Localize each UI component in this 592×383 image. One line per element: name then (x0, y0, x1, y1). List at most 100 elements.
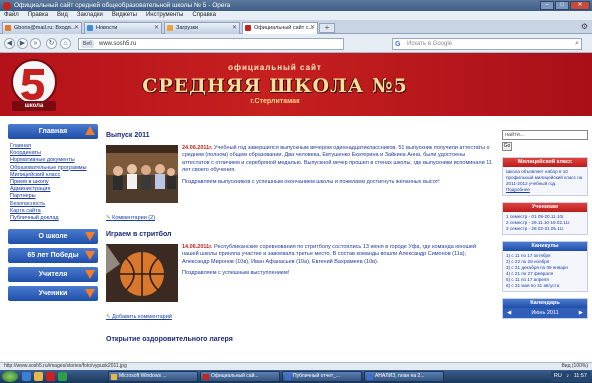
close-tab-icon[interactable]: ✕ (74, 23, 79, 34)
status-bar: http://www.sosh5.ru/images/stories/foto/… (0, 362, 592, 370)
menu-link-admission[interactable]: Прием в школу (10, 179, 98, 186)
logo-caption: школа (24, 103, 44, 109)
tab-label: Загрузки (176, 25, 199, 31)
tab-mail[interactable]: Gboris@mail.ru: Входя... ✕ (2, 22, 82, 34)
tab-downloads[interactable]: Загрузки ✕ (164, 22, 240, 34)
taskbar-window-report[interactable]: Публичный отчет_... (282, 371, 362, 382)
holidays-list: 1) с 11 по 17 октября 2) с 22 по 28 нояб… (503, 251, 587, 291)
tab-menu-icon[interactable]: ⚙ (581, 22, 588, 31)
folder-icon[interactable] (34, 372, 43, 381)
back-icon[interactable]: ◀ (4, 38, 15, 49)
tab-label: Новости (96, 25, 118, 31)
fast-forward-icon[interactable]: » (30, 38, 41, 49)
taskbar: Microsoft Windows ... Официальный сай...… (0, 370, 592, 383)
prev-month-icon[interactable]: ◀ (507, 308, 511, 318)
site-title: СРЕДНЯЯ ШКОЛА №5 (142, 75, 408, 97)
comments-link[interactable]: Комментарии (2) (106, 215, 494, 221)
news-column: Выпуск 2011 24.06.2011г. Учебный год зав… (104, 124, 494, 370)
menu-bookmarks[interactable]: Закладки (77, 11, 103, 20)
right-sidebar: найти... Go Милицейский класс Школа объя… (502, 124, 588, 370)
close-button[interactable]: ✕ (570, 1, 590, 10)
holiday-item: 6) с 31 мая по 31 августа (506, 283, 560, 288)
menu-edit[interactable]: Правка (28, 11, 48, 20)
minimize-button[interactable]: – (540, 1, 554, 10)
google-icon: G (395, 41, 401, 48)
menu-link-main[interactable]: Главная (10, 143, 98, 150)
menu-head-students[interactable]: Ученики (8, 286, 98, 302)
menu-link-safety[interactable]: Безопасность (10, 201, 98, 208)
start-button[interactable] (2, 371, 18, 382)
maximize-button[interactable]: □ (555, 1, 569, 10)
expand-arrow-icon (85, 270, 95, 280)
students-text: 1 семестр - 01.09-20.11.10г. 2 семестр -… (503, 212, 587, 234)
taskbar-window-windows[interactable]: Microsoft Windows ... (108, 371, 198, 382)
menu-link-coordinates[interactable]: Координаты (10, 150, 98, 157)
close-tab-icon[interactable]: ✕ (154, 23, 159, 34)
police-class-more-link[interactable]: Подробнее (506, 187, 530, 192)
volume-icon[interactable]: ♪ (566, 373, 569, 379)
tab-news[interactable]: Новости ✕ (84, 22, 162, 34)
article-title[interactable]: Играем в стритбол (106, 231, 494, 238)
window-title-bar: Официальный сайт средней общеобразовател… (0, 0, 592, 11)
article-title[interactable]: Выпуск 2011 (106, 132, 494, 139)
home-icon[interactable]: ⌂ (60, 38, 71, 49)
police-class-text: Школа объявляет набор в 10 профильный ми… (503, 167, 587, 195)
menu-head-main[interactable]: Главная (8, 124, 98, 139)
opera-taskbar-icon[interactable] (46, 372, 55, 381)
add-comment-link[interactable]: Добавить комментарий (106, 314, 494, 320)
zoom-indicator[interactable]: Вид (100%) (561, 363, 588, 370)
streetball-photo[interactable] (106, 244, 178, 302)
menu-head-victory[interactable]: 65 лет Победы (8, 248, 98, 264)
taskbar-window-opera[interactable]: Официальный сай... (200, 371, 280, 382)
menu-link-documents[interactable]: Нормативные документы (10, 157, 98, 164)
menu-link-administration[interactable]: Администрация (10, 186, 98, 193)
police-class-head: Милицейский класс (503, 158, 587, 167)
search-field[interactable]: G Искать в Google ⌕ (392, 38, 582, 50)
article-date: 24.06.2011г. (182, 145, 213, 151)
menu-link-sitemap[interactable]: Карта сайта (10, 208, 98, 215)
article-title[interactable]: Открытие оздоровительного лагеря (106, 336, 494, 343)
tab-school-site[interactable]: Официальный сайт с... ✕ (242, 22, 318, 34)
mail-icon (5, 25, 11, 31)
close-tab-icon[interactable]: ✕ (232, 23, 237, 34)
navigation-bar: ◀ ▶ » ↻ ⌂ Веб www.sosh5.ru G Искать в Go… (0, 34, 592, 53)
menu-link-report[interactable]: Публичный доклад (10, 215, 98, 222)
tab-label: Gboris@mail.ru: Входя... (14, 25, 76, 31)
menu-link-partners[interactable]: Партнеры (10, 193, 98, 200)
holidays-box: Каникулы 1) с 11 по 17 октября 2) с 22 п… (502, 241, 588, 292)
taskbar-label: Microsoft Windows ... (119, 373, 167, 379)
menu-widgets[interactable]: Виджеты (112, 11, 137, 20)
ie-icon[interactable] (22, 372, 31, 381)
site-header: школа официальный сайт СРЕДНЯЯ ШКОЛА №5 … (0, 53, 592, 116)
tab-label: Официальный сайт с... (254, 25, 314, 31)
reload-icon[interactable]: ↻ (46, 38, 57, 49)
menu-link-programs[interactable]: Образовательные программы (10, 165, 98, 172)
close-tab-icon[interactable]: ✕ (310, 23, 315, 34)
menu-head-about[interactable]: О школе (8, 229, 98, 245)
new-tab-button[interactable]: + (319, 23, 335, 33)
taskbar-window-analysis[interactable]: АНАЛИЗ, план на 2... (364, 371, 444, 382)
menu-view[interactable]: Вид (57, 11, 68, 20)
menu-head-teachers[interactable]: Учителя (8, 267, 98, 283)
forward-icon[interactable]: ▶ (17, 38, 28, 49)
window-controls: – □ ✕ (540, 1, 590, 10)
language-indicator[interactable]: RU (554, 373, 562, 379)
next-month-icon[interactable]: ▶ (579, 308, 583, 318)
status-url: http://www.sosh5.ru/images/stories/foto/… (4, 363, 127, 369)
word-icon (367, 374, 373, 380)
left-sidebar: Главная Главная Координаты Нормативные д… (8, 124, 98, 370)
site-search-go-button[interactable]: Go (502, 142, 512, 151)
menu-tools[interactable]: Инструменты (146, 11, 183, 20)
taskbar-label: Официальный сай... (211, 373, 259, 379)
downloads-icon (167, 25, 173, 31)
menu-link-police-class[interactable]: Милицейский класс (10, 172, 98, 179)
site-search-input[interactable]: найти... (502, 130, 588, 140)
search-icon[interactable]: ⌕ (575, 39, 579, 49)
address-field[interactable]: Веб www.sosh5.ru (78, 38, 344, 50)
clock[interactable]: 11:57 (574, 373, 587, 379)
calendar-head: Календарь (503, 299, 587, 308)
graduation-photo[interactable] (106, 145, 178, 203)
menu-file[interactable]: Файл (4, 11, 19, 20)
menu-help[interactable]: Справка (192, 11, 216, 20)
media-icon[interactable] (58, 372, 67, 381)
